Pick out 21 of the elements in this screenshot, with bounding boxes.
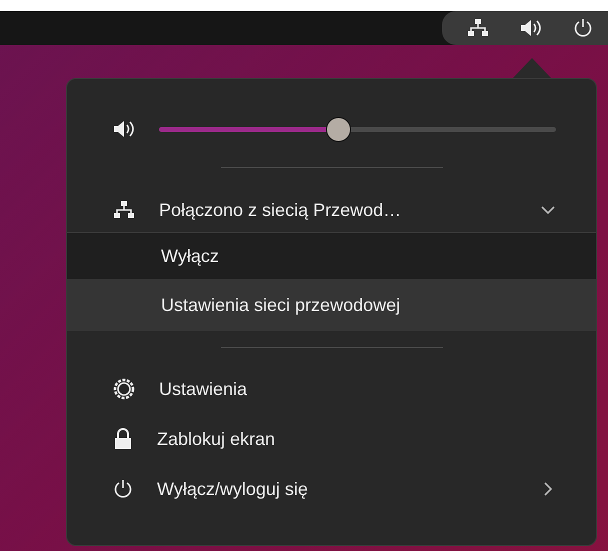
menu-label: Zablokuj ekran: [157, 428, 276, 450]
network-status: Połączono z siecią Przewod…: [159, 200, 402, 220]
volume-icon: [113, 120, 135, 138]
network-icon: [467, 18, 490, 38]
gear-icon: [113, 378, 135, 400]
menu-item[interactable]: Zablokuj ekran: [67, 414, 596, 464]
menu-label: Wyłącz/wyloguj się: [157, 478, 309, 500]
menu-label: Ustawienia: [159, 378, 248, 400]
network-item[interactable]: Połączono z siecią Przewod…: [67, 188, 596, 232]
power-icon: [113, 479, 133, 499]
menu-item[interactable]: Wyłącz/wyloguj się: [67, 464, 596, 514]
menu-item[interactable]: Ustawienia: [67, 364, 596, 414]
network-icon: [113, 200, 135, 220]
submenu-item[interactable]: Ustawienia sieci przewodowej: [67, 279, 596, 331]
system-indicators[interactable]: [442, 11, 608, 45]
volume-icon: [520, 19, 542, 37]
slider-handle[interactable]: [326, 116, 351, 142]
volume-slider[interactable]: [159, 116, 556, 142]
power-icon: [572, 18, 593, 38]
lock-icon: [113, 428, 133, 450]
submenu-item[interactable]: Wyłącz: [67, 232, 596, 279]
